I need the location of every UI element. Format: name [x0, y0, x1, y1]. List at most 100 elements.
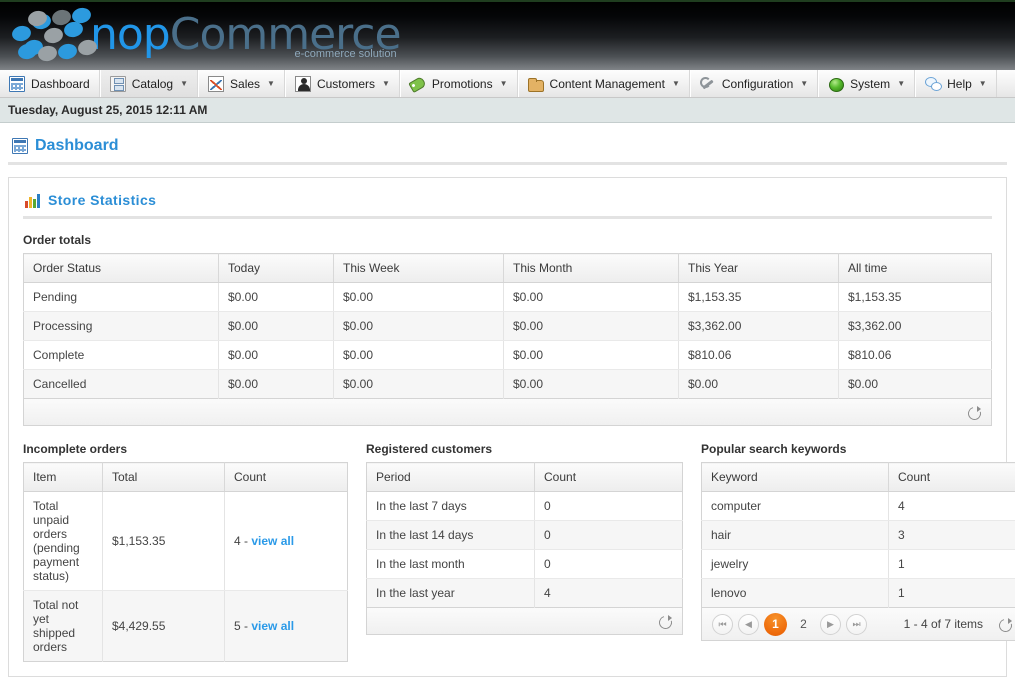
first-page-button[interactable]: ⏮: [712, 614, 733, 635]
menu-item-content-management[interactable]: Content Management ▼: [518, 70, 690, 97]
popular-search-keywords-table: Keyword Count computer 4 hair 3: [701, 462, 1015, 608]
cell-keyword: hair: [702, 521, 889, 550]
cell-keyword: computer: [702, 492, 889, 521]
refresh-icon[interactable]: [968, 406, 981, 419]
menu-item-customers[interactable]: Customers ▼: [285, 70, 400, 97]
popular-search-keywords-section: Popular search keywords Keyword Count co…: [701, 442, 1015, 662]
table-header-row: Order Status Today This Week This Month …: [24, 254, 992, 283]
menu-label: Customers: [317, 77, 375, 91]
refresh-icon[interactable]: [659, 615, 672, 628]
next-page-button[interactable]: ▶: [820, 614, 841, 635]
chevron-down-icon: ▼: [180, 79, 188, 88]
column-header-count[interactable]: Count: [225, 463, 348, 492]
menu-item-catalog[interactable]: Catalog ▼: [100, 70, 198, 97]
column-header-keyword[interactable]: Keyword: [702, 463, 889, 492]
cell-today: $0.00: [219, 370, 334, 399]
bar-chart-icon: [25, 193, 41, 208]
cell-count: 0: [535, 521, 683, 550]
cell-order-status: Processing: [24, 312, 219, 341]
logo-dots-icon: [10, 6, 88, 64]
table-row: Processing $0.00 $0.00 $0.00 $3,362.00 $…: [24, 312, 992, 341]
table-row: Cancelled $0.00 $0.00 $0.00 $0.00 $0.00: [24, 370, 992, 399]
incomplete-orders-label: Incomplete orders: [23, 442, 348, 456]
last-page-button[interactable]: ⏭: [846, 614, 867, 635]
column-header-count[interactable]: Count: [889, 463, 1015, 492]
chevron-down-icon: ▼: [979, 79, 987, 88]
column-header-today[interactable]: Today: [219, 254, 334, 283]
cell-period: In the last year: [367, 579, 535, 608]
refresh-icon[interactable]: [999, 618, 1012, 631]
incomplete-orders-section: Incomplete orders Item Total Count Total…: [23, 442, 348, 662]
menu-item-promotions[interactable]: Promotions ▼: [400, 70, 518, 97]
order-totals-label: Order totals: [23, 233, 992, 247]
cell-period: In the last 14 days: [367, 521, 535, 550]
table-row: hair 3: [702, 521, 1015, 550]
cell-this-year: $0.00: [679, 370, 839, 399]
panel-title-label: Store Statistics: [48, 192, 156, 208]
cell-this-year: $3,362.00: [679, 312, 839, 341]
column-header-all-time[interactable]: All time: [839, 254, 992, 283]
column-header-this-year[interactable]: This Year: [679, 254, 839, 283]
page-number-1[interactable]: 1: [764, 613, 787, 636]
cell-today: $0.00: [219, 283, 334, 312]
view-all-link[interactable]: view all: [251, 534, 294, 548]
cell-this-week: $0.00: [334, 312, 504, 341]
view-all-link[interactable]: view all: [251, 619, 294, 633]
menu-item-dashboard[interactable]: Dashboard: [0, 70, 100, 97]
table-row: In the last year 4: [367, 579, 683, 608]
column-header-period[interactable]: Period: [367, 463, 535, 492]
table-row: Total not yet shipped orders $4,429.55 5…: [24, 591, 348, 662]
pager-status-group: 1 - 4 of 7 items: [904, 617, 1012, 631]
page-title: Dashboard: [8, 123, 1007, 165]
cell-this-year: $810.06: [679, 341, 839, 370]
cell-order-status: Cancelled: [24, 370, 219, 399]
previous-page-button[interactable]: ◀: [738, 614, 759, 635]
content-management-icon: [528, 80, 544, 92]
menu-item-configuration[interactable]: Configuration ▼: [690, 70, 818, 97]
cell-total: $1,153.35: [103, 492, 225, 591]
column-header-this-month[interactable]: This Month: [504, 254, 679, 283]
dashboard-icon: [12, 138, 28, 154]
cell-count: 1: [889, 579, 1015, 608]
column-header-order-status[interactable]: Order Status: [24, 254, 219, 283]
cell-total: $4,429.55: [103, 591, 225, 662]
configuration-icon: [700, 76, 716, 92]
help-icon: [925, 76, 941, 92]
nopcommerce-logo[interactable]: nopCommerce e-commerce solution: [10, 6, 401, 64]
cell-item: Total unpaid orders (pending payment sta…: [24, 492, 103, 591]
cell-order-status: Complete: [24, 341, 219, 370]
table-row: jewelry 1: [702, 550, 1015, 579]
menu-item-system[interactable]: System ▼: [818, 70, 915, 97]
menu-item-help[interactable]: Help ▼: [915, 70, 997, 97]
cell-count: 4: [889, 492, 1015, 521]
column-header-total[interactable]: Total: [103, 463, 225, 492]
cell-all-time: $3,362.00: [839, 312, 992, 341]
current-datetime-bar: Tuesday, August 25, 2015 12:11 AM: [0, 98, 1015, 123]
count-value: 5 -: [234, 619, 251, 633]
page-number-2[interactable]: 2: [792, 613, 815, 636]
customers-icon: [295, 76, 311, 92]
table-header-row: Keyword Count: [702, 463, 1015, 492]
table-row: computer 4: [702, 492, 1015, 521]
cell-count: 0: [535, 492, 683, 521]
dashboard-icon: [9, 76, 25, 92]
cell-order-status: Pending: [24, 283, 219, 312]
menu-label: Content Management: [550, 77, 665, 91]
cell-keyword: lenovo: [702, 579, 889, 608]
menu-label: Help: [947, 77, 972, 91]
menu-label: Promotions: [432, 77, 493, 91]
table-row: Pending $0.00 $0.00 $0.00 $1,153.35 $1,1…: [24, 283, 992, 312]
cell-this-year: $1,153.35: [679, 283, 839, 312]
column-header-this-week[interactable]: This Week: [334, 254, 504, 283]
column-header-item[interactable]: Item: [24, 463, 103, 492]
chevron-down-icon: ▼: [672, 79, 680, 88]
cell-today: $0.00: [219, 312, 334, 341]
menu-item-sales[interactable]: Sales ▼: [198, 70, 285, 97]
table-row: In the last month 0: [367, 550, 683, 579]
cell-this-month: $0.00: [504, 370, 679, 399]
incomplete-orders-table: Item Total Count Total unpaid orders (pe…: [23, 462, 348, 662]
registered-customers-table: Period Count In the last 7 days 0 In the…: [366, 462, 683, 608]
pagination-controls: ⏮ ◀ 1 2 ▶ ⏭: [712, 613, 867, 636]
column-header-count[interactable]: Count: [535, 463, 683, 492]
registered-customers-label: Registered customers: [366, 442, 683, 456]
